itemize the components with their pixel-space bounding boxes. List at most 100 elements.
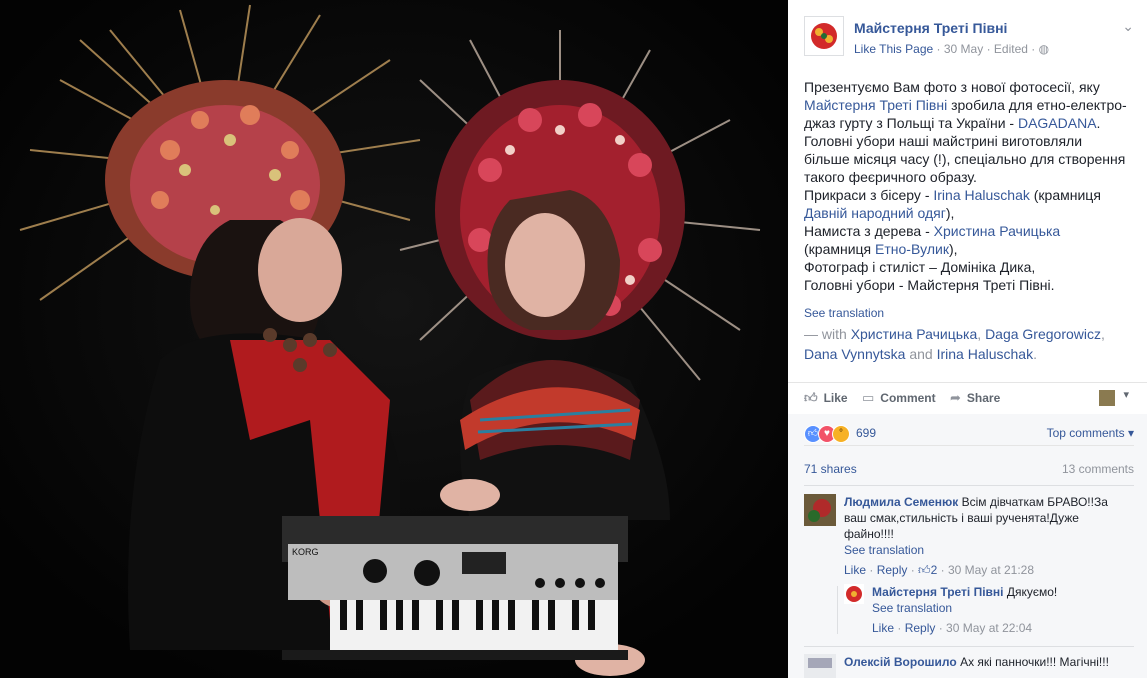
tagged-people: — with Христина Рачицька, Daga Gregorowi… — [804, 324, 1139, 364]
like-label: Like — [823, 391, 848, 405]
tag-daga-link[interactable]: Daga Gregorowicz — [985, 326, 1101, 342]
tag-and: and — [905, 346, 937, 362]
comment-body: Майстерня Треті Півні Дякуємо! See trans… — [872, 584, 1132, 636]
post-line: Фотограф і стиліст – Домініка Дика, — [804, 259, 1036, 275]
page-avatar[interactable] — [804, 16, 844, 56]
post-line: (крамниця Етно-Вулик), — [804, 240, 1134, 258]
post-line-text: (крамниця — [1029, 187, 1101, 203]
comment-text: Дякуємо! — [1006, 585, 1058, 599]
post-line: Презентуємо Вам фото з нової фотосесії, … — [804, 79, 1100, 95]
post-line-text: . — [1096, 115, 1101, 131]
see-translation-link[interactable]: See translation — [804, 306, 884, 320]
comment-text: ваш смак,стильність і ваші рученята!Дуже — [844, 511, 1079, 525]
comment-text: Всім дівчаткам БРАВО!!За — [961, 495, 1108, 509]
post-line: Головні убори - Майстерня Треті Півні. — [804, 277, 1055, 293]
post-line: Намиста з дерева - Христина Рачицька — [804, 222, 1134, 240]
comment-label: Comment — [880, 391, 936, 405]
edited-label[interactable]: Edited — [994, 42, 1028, 56]
reactions-row: 👍︎ ♥ ° 699 Top comments ▾ — [804, 425, 1134, 446]
share-icon: ➦ — [950, 390, 961, 405]
divider — [804, 646, 1134, 647]
comment-reply-link[interactable]: Reply — [905, 621, 936, 635]
top-comments-dropdown[interactable]: Top comments ▾ — [1047, 426, 1134, 440]
post-header: Майстерня Треті Півні Like This Page · 3… — [804, 16, 1134, 60]
reactions-count[interactable]: 699 — [856, 426, 876, 440]
comment-meta: Like · Reply · 👍︎2 · 30 May at 21:28 — [844, 563, 1035, 577]
comment-button[interactable]: ▭ Comment — [862, 390, 936, 406]
irina-haluschak-link[interactable]: Irina Haluschak — [933, 187, 1030, 203]
post-line-text: (крамниця — [804, 241, 876, 257]
comment-time[interactable]: 30 May at 22:04 — [946, 621, 1032, 635]
comment-like-link[interactable]: Like — [872, 621, 894, 635]
tag-comma: , — [1101, 326, 1105, 342]
comment-icon: ▭ — [862, 390, 875, 405]
page-mention-link[interactable]: Майстерня Треті Півні — [804, 97, 947, 113]
post-panel: Майстерня Треті Півні Like This Page · 3… — [788, 0, 1147, 678]
caret-down-icon: ▾ — [1127, 426, 1134, 440]
comment-text: Ах які панночки!!! Магічні!!! — [960, 655, 1109, 669]
thumbs-up-icon: 👍︎ — [804, 390, 818, 405]
reply-thread-line — [837, 586, 838, 634]
post-meta: Like This Page · 30 May · Edited · ◍ — [854, 42, 1050, 56]
thumbs-up-icon: 👍︎ — [918, 563, 931, 577]
svg-text:KORG: KORG — [292, 547, 319, 557]
post-line: Майстерня Треті Півні зробила для етно-е… — [804, 96, 1134, 114]
keyboard: KORG — [282, 516, 628, 660]
comment-text: файно!!!! — [844, 527, 894, 541]
see-translation-link[interactable]: See translation — [844, 542, 1134, 558]
post-photo[interactable]: KORG — [0, 0, 788, 678]
post-line-text: ), — [945, 205, 955, 221]
post-line-text: зробила для етно-електро- — [947, 97, 1127, 113]
share-button[interactable]: ➦ Share — [950, 390, 1000, 406]
shares-link[interactable]: 71 shares — [804, 462, 857, 476]
post-line-text: Намиста з дерева - — [804, 223, 934, 239]
post-line: більше місяця часу (!), спеціально для с… — [804, 151, 1126, 167]
comment-reply-link[interactable]: Reply — [877, 563, 908, 577]
post-line: Прикраси з бісеру - Irina Haluschak (кра… — [804, 186, 1134, 204]
comment-time[interactable]: 30 May at 21:28 — [948, 563, 1034, 577]
commenter-avatar[interactable] — [804, 494, 836, 526]
like-page-link[interactable]: Like This Page — [854, 42, 933, 56]
page-avatar[interactable] — [844, 584, 864, 604]
post-line: Головні убори наші майстрині виготовляли — [804, 133, 1083, 149]
comment-author-link[interactable]: Людмила Семенюк — [844, 495, 958, 509]
comments-count-link[interactable]: 13 comments — [1062, 462, 1134, 476]
post-line-text: джаз гурту з Польщі та України - — [804, 115, 1018, 131]
comment-body: Олексій Ворошило Ах які панночки!!! Магі… — [844, 654, 1134, 670]
shop-link[interactable]: Давній народний одяг — [804, 205, 946, 221]
tag-khrystyna-link[interactable]: Христина Рачицька — [851, 326, 978, 342]
post-line: такого феєричного образу. — [804, 169, 977, 185]
top-comments-label: Top comments — [1046, 426, 1125, 440]
khrystyna-link[interactable]: Христина Рачицька — [934, 223, 1061, 239]
commenter-avatar[interactable] — [804, 654, 836, 678]
share-label: Share — [966, 391, 1001, 405]
feedback-area: 👍︎ ♥ ° 699 Top comments ▾ 71 shares 13 c… — [788, 414, 1147, 678]
post-actions: 👍︎ Like ▭ Comment ➦ Share ▾ — [788, 382, 1147, 415]
comment-body: Людмила Семенюк Всім дівчаткам БРАВО!!За… — [844, 494, 1134, 578]
comment-author-link[interactable]: Олексій Ворошило — [844, 655, 957, 669]
viewer-avatar[interactable] — [1099, 390, 1115, 406]
like-button[interactable]: 👍︎ Like — [804, 390, 848, 406]
with-prefix: — with — [804, 326, 851, 342]
wow-reaction-icon: ° — [832, 425, 850, 443]
comment-like-link[interactable]: Like — [844, 563, 866, 577]
post-line-text: Прикраси з бісеру - — [804, 187, 934, 203]
tag-dana-link[interactable]: Dana Vynnytska — [804, 346, 905, 362]
tag-comma: , — [977, 326, 986, 342]
globe-icon: ◍ — [1038, 42, 1050, 56]
dagadana-link[interactable]: DAGADANA — [1018, 115, 1097, 131]
comment-author-link[interactable]: Майстерня Треті Півні — [872, 585, 1004, 599]
page-name-link[interactable]: Майстерня Треті Півні — [854, 20, 1007, 36]
post-text: Презентуємо Вам фото з нової фотосесії, … — [804, 78, 1134, 294]
photo-illustration: KORG — [0, 0, 788, 678]
post-line-text: ), — [948, 241, 958, 257]
post-date[interactable]: 30 May — [944, 42, 983, 56]
etno-vulyk-link[interactable]: Етно-Вулик — [875, 241, 949, 257]
post-line: джаз гурту з Польщі та України - DAGADAN… — [804, 114, 1134, 132]
tag-irina-link[interactable]: Irina Haluschak — [937, 346, 1034, 362]
see-translation-link[interactable]: See translation — [872, 600, 1132, 616]
divider — [804, 485, 1134, 486]
post-line: Давній народний одяг), — [804, 204, 1134, 222]
caret-down-icon[interactable]: ▾ — [1123, 388, 1129, 401]
chevron-down-icon[interactable]: ⌄ — [1122, 18, 1134, 35]
